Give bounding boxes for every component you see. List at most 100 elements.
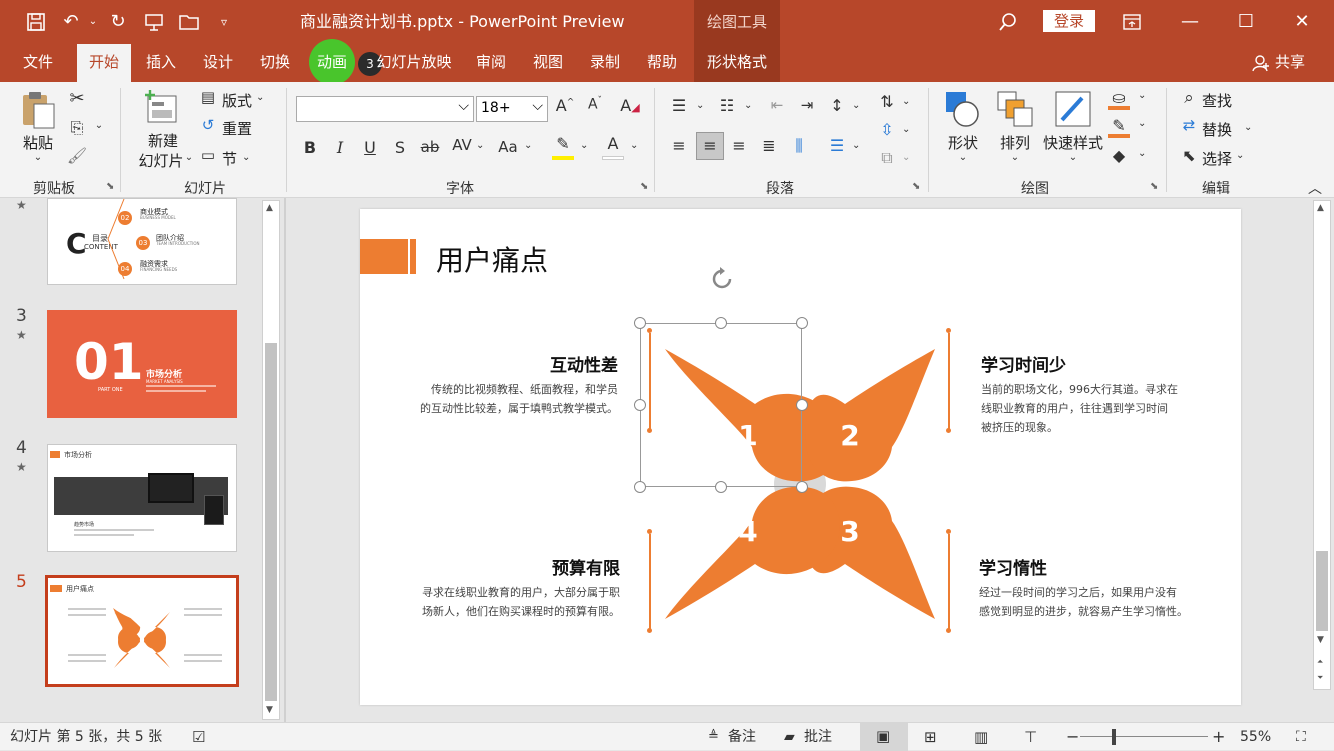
strikethrough-icon[interactable]: ab xyxy=(418,138,442,156)
new-slide-dropdown-icon[interactable]: ⌄ xyxy=(182,152,196,163)
zoom-in-icon[interactable]: + xyxy=(1212,723,1225,751)
replace-button[interactable]: 替换 xyxy=(1202,119,1232,140)
arrange-button[interactable]: 排列 xyxy=(992,132,1038,153)
section-icon[interactable]: ▭ xyxy=(198,146,218,164)
close-icon[interactable]: ✕ xyxy=(1288,0,1316,44)
text-direction-icon[interactable]: ⇅ xyxy=(876,92,898,111)
line-spacing-icon[interactable]: ↕ xyxy=(826,96,848,115)
numbering-icon[interactable]: ☷ xyxy=(716,96,738,115)
highlight-dropdown-icon[interactable]: ⌄ xyxy=(580,140,588,151)
scroll-thumb[interactable] xyxy=(265,343,277,701)
font-size-input[interactable]: 18+ ⌵ xyxy=(476,96,548,122)
font-launcher-icon[interactable]: ⬊ xyxy=(640,181,648,192)
tab-slideshow[interactable]: 幻灯片放映 xyxy=(374,44,454,82)
slide-scrollbar[interactable]: ▲ ▼ ⏶ ⏷ xyxy=(1313,200,1331,690)
paste-dropdown-icon[interactable]: ⌄ xyxy=(30,152,46,163)
arrange-icon[interactable] xyxy=(996,90,1034,128)
resize-handle[interactable] xyxy=(634,399,646,411)
redo-icon[interactable]: ↻ xyxy=(104,0,132,44)
slide-count[interactable]: 幻灯片 第 5 张，共 5 张 xyxy=(10,723,162,751)
scroll-up-icon[interactable]: ▲ xyxy=(266,203,273,213)
maximize-icon[interactable]: ☐ xyxy=(1232,0,1260,44)
comments-button[interactable]: 批注 xyxy=(804,723,832,751)
resize-handle[interactable] xyxy=(796,317,808,329)
text-shadow-icon[interactable]: S xyxy=(390,138,410,157)
bullets-dropdown-icon[interactable]: ⌄ xyxy=(696,100,704,111)
arrange-dropdown-icon[interactable]: ⌄ xyxy=(1008,152,1022,163)
paste-button[interactable]: 粘贴 xyxy=(20,132,56,153)
slide-sorter-icon[interactable]: ⊞ xyxy=(924,723,937,751)
clipboard-launcher-icon[interactable]: ⬊ xyxy=(106,181,114,192)
thumbnail-scrollbar[interactable]: ▲ ▼ xyxy=(262,200,280,720)
copy-dropdown-icon[interactable]: ⌄ xyxy=(92,120,106,131)
find-button[interactable]: 查找 xyxy=(1202,90,1232,111)
align-text-icon[interactable]: ☰ xyxy=(826,136,848,155)
reset-icon[interactable]: ↺ xyxy=(198,116,218,134)
select-icon[interactable]: ⬉ xyxy=(1178,146,1200,165)
italic-icon[interactable]: I xyxy=(330,138,350,157)
selection-box[interactable] xyxy=(640,323,802,487)
select-button[interactable]: 选择 xyxy=(1202,148,1232,169)
font-color-icon[interactable]: A xyxy=(602,134,624,153)
shapes-dropdown-icon[interactable]: ⌄ xyxy=(956,152,970,163)
shape-outline-dropdown-icon[interactable]: ⌄ xyxy=(1138,118,1146,129)
fit-to-window-icon[interactable]: ⛶ xyxy=(1296,723,1306,751)
slide-canvas[interactable]: 用户痛点 1 2 3 4 互动性差 传统的比视频教程、纸面教程，和学员 的互动性… xyxy=(360,209,1241,705)
shape-effects-dropdown-icon[interactable]: ⌄ xyxy=(1138,148,1146,159)
increase-indent-icon[interactable]: ⇥ xyxy=(796,96,818,114)
shrink-font-icon[interactable]: Aˇ xyxy=(584,96,606,113)
smartart-icon[interactable]: ⧉ xyxy=(876,148,898,168)
slideshow-view-icon[interactable]: ⊤ xyxy=(1024,723,1037,751)
bullets-icon[interactable]: ☰ xyxy=(668,96,690,115)
reading-view-icon[interactable]: ▥ xyxy=(974,723,988,751)
slide-thumbnail-2[interactable]: C 目录 CONTENT 02 商业模式 BUSINESS MODEL 03 团… xyxy=(47,198,237,285)
ribbon-display-options-icon[interactable] xyxy=(1118,0,1146,44)
open-folder-icon[interactable] xyxy=(176,0,204,44)
font-color-dropdown-icon[interactable]: ⌄ xyxy=(630,140,638,151)
align-center-icon[interactable]: ≡ xyxy=(696,132,724,160)
undo-icon[interactable]: ↶ xyxy=(58,0,84,44)
resize-handle[interactable] xyxy=(634,317,646,329)
accessibility-icon[interactable]: ☑ xyxy=(192,723,205,751)
zoom-slider-track[interactable] xyxy=(1080,736,1208,737)
tab-help[interactable]: 帮助 xyxy=(639,44,685,82)
text-block-bottom-right[interactable]: 学习惰性 经过一段时间的学习之后，如果用户没有 感觉到明显的进步，就容易产生学习… xyxy=(979,554,1219,621)
font-name-dropdown-icon[interactable]: ⌵ xyxy=(458,98,469,114)
smartart-dropdown-icon[interactable]: ⌄ xyxy=(902,152,910,163)
change-case-icon[interactable]: Aa xyxy=(496,138,520,156)
login-button[interactable]: 登录 xyxy=(1043,10,1095,32)
paragraph-launcher-icon[interactable]: ⬊ xyxy=(912,181,920,192)
share-button[interactable]: 共享 xyxy=(1272,44,1308,82)
next-slide-icon[interactable]: ⏷ xyxy=(1317,673,1323,683)
select-dropdown-icon[interactable]: ⌄ xyxy=(1236,150,1244,161)
resize-handle[interactable] xyxy=(796,399,808,411)
decrease-indent-icon[interactable]: ⇤ xyxy=(766,96,788,114)
cut-icon[interactable]: ✂ xyxy=(66,88,88,109)
shape-fill-icon[interactable]: ⛀ xyxy=(1108,88,1130,107)
tab-insert[interactable]: 插入 xyxy=(138,44,184,82)
shape-fill-dropdown-icon[interactable]: ⌄ xyxy=(1138,90,1146,101)
resize-handle[interactable] xyxy=(634,481,646,493)
tab-animations[interactable]: 动画 xyxy=(309,44,355,82)
justify-icon[interactable]: ≣ xyxy=(758,136,780,155)
text-block-bottom-left[interactable]: 预算有限 寻求在线职业教育的用户，大部分属于职 场新人，他们在购买课程时的预算有… xyxy=(400,554,620,621)
layout-dropdown-icon[interactable]: ⌄ xyxy=(256,92,264,103)
comments-icon[interactable]: ▰ xyxy=(784,723,795,751)
scroll-down-icon[interactable]: ▼ xyxy=(1317,635,1324,645)
columns-icon[interactable]: ⫼ xyxy=(788,136,810,156)
minimize-icon[interactable]: — xyxy=(1176,0,1204,44)
tab-review[interactable]: 审阅 xyxy=(468,44,514,82)
tab-record[interactable]: 录制 xyxy=(582,44,628,82)
shapes-icon[interactable] xyxy=(944,90,982,128)
customize-toolbar-icon[interactable]: ▿ xyxy=(214,0,234,44)
tab-design[interactable]: 设计 xyxy=(195,44,241,82)
share-icon[interactable] xyxy=(1252,54,1272,74)
font-size-dropdown-icon[interactable]: ⌵ xyxy=(532,98,543,114)
font-name-input[interactable]: ⌵ xyxy=(296,96,474,122)
zoom-level[interactable]: 55% xyxy=(1240,723,1271,751)
collapse-ribbon-icon[interactable]: ︿ xyxy=(1306,178,1324,198)
align-vertical-icon[interactable]: ⇳ xyxy=(876,120,898,139)
zoom-out-icon[interactable]: − xyxy=(1066,723,1079,751)
grow-font-icon[interactable]: A^ xyxy=(554,96,576,115)
reset-button[interactable]: 重置 xyxy=(222,118,252,139)
